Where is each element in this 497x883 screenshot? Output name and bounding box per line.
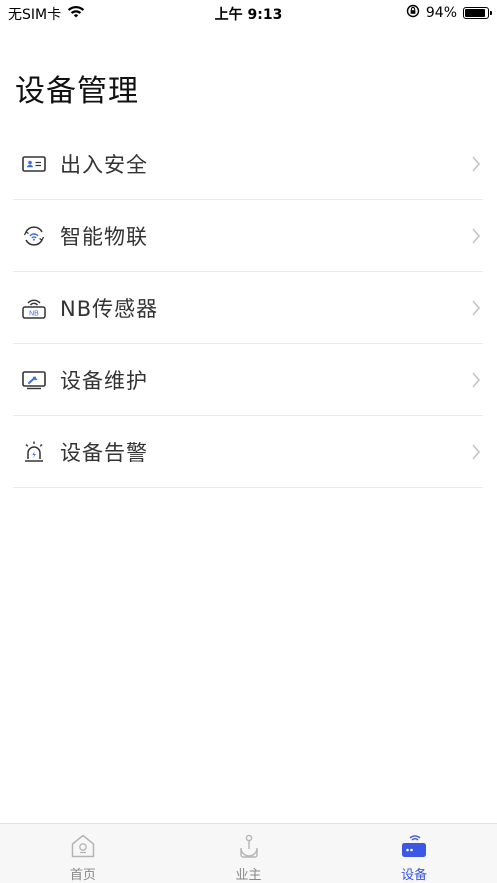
nb-sensor-icon: NB [21, 295, 47, 321]
menu-item-device-alarm[interactable]: 设备告警 [13, 416, 483, 488]
menu-item-label: 出入安全 [60, 152, 148, 177]
tab-device[interactable]: 设备 [331, 824, 497, 883]
device-icon [399, 832, 429, 860]
alarm-light-icon [21, 439, 47, 465]
menu-item-label: NB传感器 [60, 296, 159, 321]
tab-label: 业主 [235, 868, 262, 883]
status-bar: 无SIM卡 上午 9:13 94% [0, 0, 497, 26]
menu-item-label: 智能物联 [60, 224, 148, 249]
tab-label: 首页 [69, 868, 96, 883]
svg-text:NB: NB [29, 310, 39, 317]
menu-item-smart-iot[interactable]: 智能物联 [13, 200, 483, 272]
menu-item-label: 设备告警 [60, 440, 148, 465]
id-card-icon [21, 151, 47, 177]
orientation-lock-icon [406, 4, 420, 22]
smart-iot-icon [21, 223, 47, 249]
menu-item-access-security[interactable]: 出入安全 [13, 128, 483, 200]
chevron-right-icon [472, 155, 481, 172]
chevron-right-icon [472, 227, 481, 244]
chevron-right-icon [472, 299, 481, 316]
chevron-right-icon [472, 443, 481, 460]
owner-icon [234, 832, 264, 860]
menu-item-label: 设备维护 [60, 368, 148, 393]
menu-list: 出入安全 智能物联 NB NB传感器 设备维护 设备告警 [13, 128, 483, 488]
tab-home[interactable]: 首页 [0, 824, 166, 883]
tab-bar: 首页 业主 设备 [0, 823, 497, 883]
page-title: 设备管理 [15, 74, 139, 109]
battery-icon [463, 7, 492, 19]
chevron-right-icon [472, 371, 481, 388]
menu-item-nb-sensor[interactable]: NB NB传感器 [13, 272, 483, 344]
tab-label: 设备 [401, 868, 428, 883]
menu-item-device-maintenance[interactable]: 设备维护 [13, 344, 483, 416]
tab-owner[interactable]: 业主 [166, 824, 332, 883]
home-icon [68, 832, 98, 860]
maintenance-icon [21, 367, 47, 393]
status-right: 94% [406, 4, 492, 22]
battery-percent: 94% [425, 5, 457, 21]
battery-fill [465, 9, 485, 17]
